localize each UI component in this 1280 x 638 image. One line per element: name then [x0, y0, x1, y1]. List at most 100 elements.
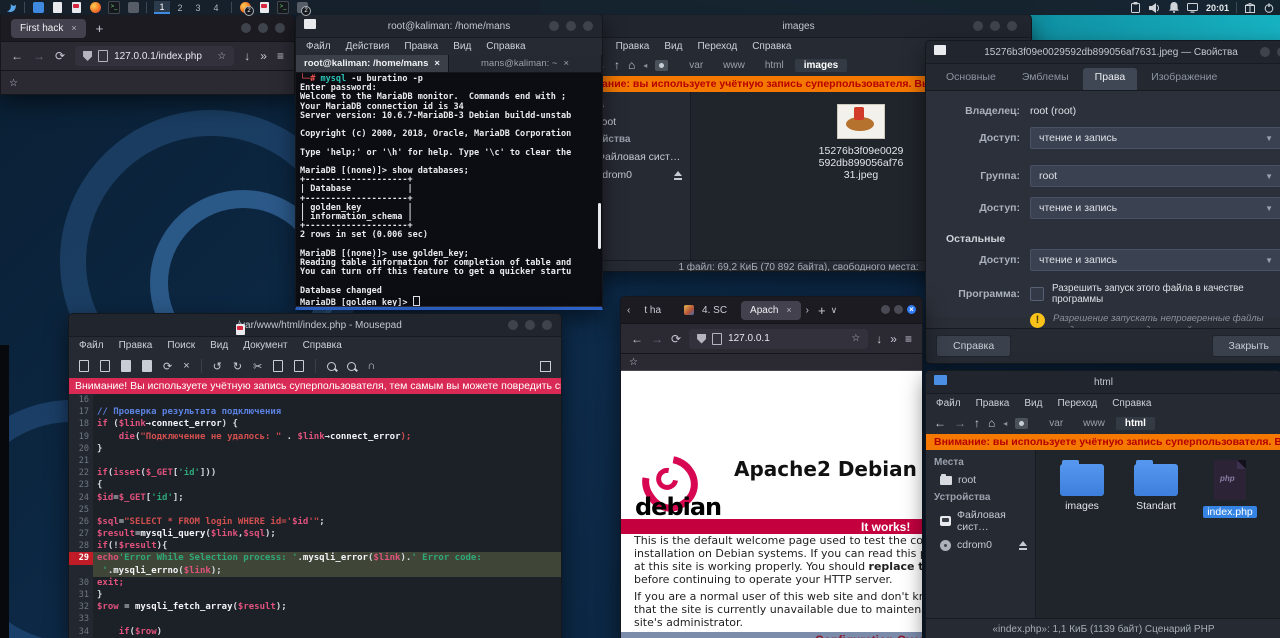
menu-item-Справка[interactable]: Справка [752, 41, 791, 52]
tab-first-hack[interactable]: First hack × [11, 19, 86, 38]
title-bar[interactable]: images [566, 15, 1031, 38]
others-access-dropdown[interactable]: чтение и запись ▼ [1030, 249, 1280, 271]
clock[interactable]: 20:01 [1206, 3, 1229, 13]
menu-item-Переход[interactable]: Переход [1057, 398, 1097, 409]
reload-icon[interactable]: ⟳ [671, 332, 681, 346]
overflow-icon[interactable]: » [260, 49, 267, 63]
taskbar-mousepad-icon[interactable] [258, 2, 270, 14]
undo-icon[interactable]: ↺ [213, 360, 222, 373]
shield-icon[interactable] [83, 51, 92, 61]
home-icon[interactable]: ⌂ [988, 416, 995, 430]
download-icon[interactable]: ↓ [876, 332, 882, 346]
file-view[interactable]: imagesStandartindex.php [1036, 450, 1280, 618]
close-button[interactable] [583, 21, 593, 31]
tab-close-icon[interactable]: × [71, 23, 76, 33]
back-icon[interactable]: ← [631, 332, 643, 346]
menu-item-Вид[interactable]: Вид [453, 41, 471, 52]
path-button-www[interactable]: www [714, 59, 754, 72]
title-bar[interactable]: root@kaliman: /home/mans [296, 15, 602, 38]
path-collapse-icon[interactable]: ◂ [1003, 419, 1007, 428]
back-icon[interactable]: ← [934, 416, 946, 430]
file-item-images[interactable]: images [1052, 458, 1112, 512]
copy-icon[interactable] [273, 360, 283, 372]
list-tabs-icon[interactable]: ∨ [831, 305, 838, 316]
tab-Изображение[interactable]: Изображение [1139, 68, 1229, 90]
maximize-button[interactable] [1260, 47, 1270, 57]
menu-icon[interactable]: ≡ [905, 332, 912, 346]
back-icon[interactable]: ← [11, 49, 23, 63]
shield-icon[interactable] [697, 334, 706, 344]
menu-item-Документ[interactable]: Документ [243, 340, 287, 351]
tab-close-icon[interactable]: × [563, 58, 569, 69]
taskbar-firefox-icon[interactable]: 2 [239, 2, 251, 14]
app-launcher-icon[interactable] [127, 2, 139, 14]
home-icon[interactable]: ⌂ [628, 58, 635, 72]
allow-execute-checkbox[interactable] [1030, 287, 1044, 301]
minimize-button[interactable] [549, 21, 559, 31]
menu-item-Правка[interactable]: Правка [616, 41, 650, 52]
path-button-var[interactable]: var [1040, 417, 1072, 430]
tab-Права[interactable]: Права [1083, 68, 1138, 90]
forward-icon[interactable]: → [33, 49, 45, 63]
paste-icon[interactable] [294, 360, 304, 372]
minimize-button[interactable] [241, 23, 251, 33]
terminal-tab[interactable]: mans@kaliman: ~× [449, 55, 602, 72]
close-button[interactable] [275, 23, 285, 33]
menu-item-Файл[interactable]: Файл [79, 340, 104, 351]
menu-item-Вид[interactable]: Вид [664, 41, 682, 52]
scroll-tabs-left-icon[interactable]: ‹ [627, 305, 630, 316]
menu-item-Вид[interactable]: Вид [1024, 398, 1042, 409]
scroll-tabs-right-icon[interactable]: › [806, 305, 809, 316]
workspace-3[interactable]: 3 [190, 1, 206, 14]
reload-icon[interactable]: ⟳ [55, 49, 65, 63]
redo-icon[interactable]: ↻ [233, 360, 242, 373]
menu-item-Поиск[interactable]: Поиск [167, 340, 195, 351]
bookmark-star-icon[interactable]: ☆ [851, 333, 860, 344]
firefox-launcher-icon[interactable] [89, 2, 101, 14]
menu-item-Справка[interactable]: Справка [1112, 398, 1151, 409]
tab-close-icon[interactable]: × [786, 305, 791, 315]
menu-item-Правка[interactable]: Правка [976, 398, 1010, 409]
close-button[interactable] [1007, 21, 1017, 31]
eject-icon[interactable] [674, 171, 682, 176]
volume-icon[interactable] [1149, 2, 1161, 14]
menu-icon[interactable]: ≡ [277, 49, 284, 63]
path-button-html[interactable]: html [1116, 417, 1155, 430]
media-drive-icon[interactable] [655, 60, 668, 71]
menu-item-Справка[interactable]: Справка [486, 41, 525, 52]
clipboard-icon[interactable] [1130, 2, 1142, 14]
save-icon[interactable] [121, 360, 131, 372]
close-document-icon[interactable]: × [183, 360, 189, 372]
menu-item-Вид[interactable]: Вид [210, 340, 228, 351]
sidebar-item-root[interactable]: root [926, 471, 1035, 489]
url-text[interactable]: 127.0.0.1/index.php [114, 51, 211, 62]
close-dialog-button[interactable]: Закрыть [1212, 335, 1280, 357]
maximize-button[interactable] [258, 23, 268, 33]
terminal-launcher-icon[interactable]: >_ [108, 2, 120, 14]
notifications-bell-icon[interactable] [1168, 2, 1180, 14]
go-to-line-icon[interactable]: ∩ [367, 360, 375, 372]
package-icon[interactable] [1244, 2, 1256, 14]
power-icon[interactable] [1263, 2, 1275, 14]
save-as-icon[interactable] [142, 360, 152, 372]
fullscreen-icon[interactable] [540, 361, 551, 372]
owner-access-dropdown[interactable]: чтение и запись ▼ [1030, 127, 1280, 149]
group-access-dropdown[interactable]: чтение и запись ▼ [1030, 197, 1280, 219]
help-button[interactable]: Справка [936, 335, 1011, 357]
menu-item-Переход[interactable]: Переход [697, 41, 737, 52]
forward-icon[interactable]: → [954, 416, 966, 430]
scrollbar[interactable] [598, 203, 601, 249]
workspace-4[interactable]: 4 [208, 1, 224, 14]
menu-item-Файл[interactable]: Файл [936, 398, 961, 409]
url-bar[interactable]: 127.0.0.1/index.php ☆ [75, 46, 234, 66]
eject-icon[interactable] [1019, 541, 1027, 546]
search-replace-icon[interactable] [347, 362, 356, 371]
minimize-button[interactable] [973, 21, 983, 31]
workspace-1[interactable]: 1 [154, 1, 170, 14]
minimize-button[interactable] [508, 320, 518, 330]
files-launcher-icon[interactable] [32, 2, 44, 14]
menu-item-Действия[interactable]: Действия [346, 41, 390, 52]
bookmark-icon[interactable]: ☆ [629, 357, 638, 368]
display-icon[interactable] [1187, 2, 1199, 14]
search-icon[interactable] [327, 362, 336, 371]
